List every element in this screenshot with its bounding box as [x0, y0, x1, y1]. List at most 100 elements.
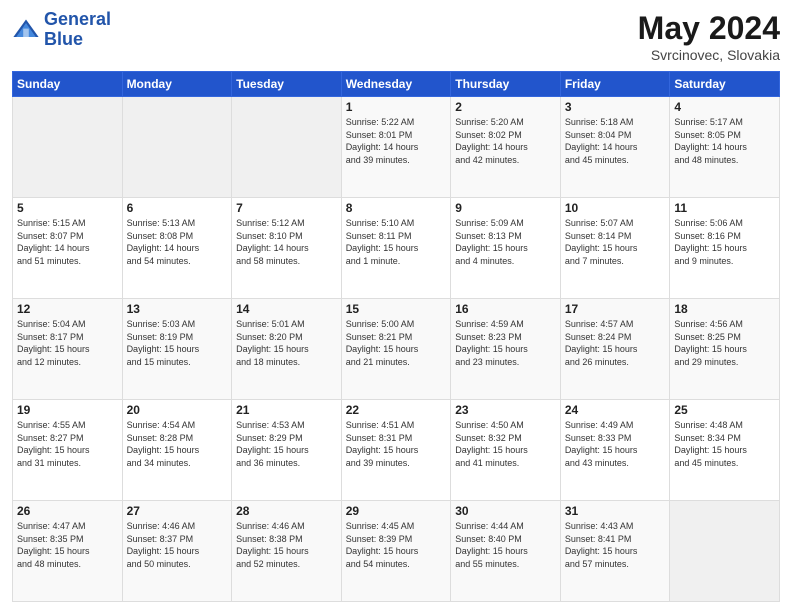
day-info-line: Sunrise: 4:48 AM — [674, 420, 743, 430]
day-info-line: Sunset: 8:34 PM — [674, 433, 741, 443]
day-number: 19 — [17, 403, 118, 417]
day-number: 25 — [674, 403, 775, 417]
day-number: 30 — [455, 504, 556, 518]
day-number: 1 — [346, 100, 447, 114]
day-info-line: Sunrise: 5:10 AM — [346, 218, 415, 228]
day-info-line: Sunset: 8:23 PM — [455, 332, 522, 342]
day-info-line: Sunrise: 4:44 AM — [455, 521, 524, 531]
logo-general: General — [44, 9, 111, 29]
day-info-line: Daylight: 14 hours — [17, 243, 90, 253]
day-info: Sunrise: 4:49 AMSunset: 8:33 PMDaylight:… — [565, 419, 666, 469]
day-info-line: Sunrise: 5:12 AM — [236, 218, 305, 228]
day-info-line: and 34 minutes. — [127, 458, 191, 468]
col-friday: Friday — [560, 72, 670, 97]
day-info-line: Sunset: 8:08 PM — [127, 231, 194, 241]
day-info-line: and 39 minutes. — [346, 155, 410, 165]
day-info-line: Daylight: 15 hours — [455, 243, 528, 253]
day-number: 29 — [346, 504, 447, 518]
day-info-line: Sunset: 8:39 PM — [346, 534, 413, 544]
day-info: Sunrise: 5:12 AMSunset: 8:10 PMDaylight:… — [236, 217, 337, 267]
table-cell: 20 Sunrise: 4:54 AMSunset: 8:28 PMDayligh… — [122, 400, 232, 501]
day-info: Sunrise: 5:04 AMSunset: 8:17 PMDaylight:… — [17, 318, 118, 368]
table-cell: 14 Sunrise: 5:01 AMSunset: 8:20 PMDayligh… — [232, 299, 342, 400]
day-number: 31 — [565, 504, 666, 518]
table-cell: 2Sunrise: 5:20 AMSunset: 8:02 PMDaylight… — [451, 97, 561, 198]
day-number: 14 — [236, 302, 337, 316]
table-cell: 27 Sunrise: 4:46 AMSunset: 8:37 PMDayligh… — [122, 501, 232, 602]
day-number: 23 — [455, 403, 556, 417]
calendar-table: Sunday Monday Tuesday Wednesday Thursday… — [12, 71, 780, 602]
day-number: 27 — [127, 504, 228, 518]
day-info-line: Sunset: 8:25 PM — [674, 332, 741, 342]
day-info-line: and 54 minutes. — [346, 559, 410, 569]
day-info: Sunrise: 5:00 AMSunset: 8:21 PMDaylight:… — [346, 318, 447, 368]
table-cell — [232, 97, 342, 198]
day-info-line: Daylight: 15 hours — [236, 344, 309, 354]
day-info: Sunrise: 5:17 AMSunset: 8:05 PMDaylight:… — [674, 116, 775, 166]
day-number: 16 — [455, 302, 556, 316]
day-info-line: Daylight: 15 hours — [346, 546, 419, 556]
day-info-line: and 48 minutes. — [674, 155, 738, 165]
day-info-line: Daylight: 15 hours — [674, 243, 747, 253]
logo-text: General Blue — [44, 10, 111, 50]
day-number: 15 — [346, 302, 447, 316]
calendar-week-4: 19Sunrise: 4:55 AMSunset: 8:27 PMDayligh… — [13, 400, 780, 501]
table-cell: 11 Sunrise: 5:06 AMSunset: 8:16 PMDayligh… — [670, 198, 780, 299]
table-cell: 18Sunrise: 4:56 AMSunset: 8:25 PMDayligh… — [670, 299, 780, 400]
day-number: 10 — [565, 201, 666, 215]
day-info-line: Sunrise: 4:46 AM — [127, 521, 196, 531]
day-info-line: and 45 minutes. — [674, 458, 738, 468]
day-info-line: Sunset: 8:11 PM — [346, 231, 412, 241]
day-info: Sunrise: 4:56 AMSunset: 8:25 PMDaylight:… — [674, 318, 775, 368]
day-info-line: Sunset: 8:14 PM — [565, 231, 632, 241]
day-number: 17 — [565, 302, 666, 316]
day-info-line: Sunset: 8:10 PM — [236, 231, 303, 241]
table-cell: 21Sunrise: 4:53 AMSunset: 8:29 PMDayligh… — [232, 400, 342, 501]
day-info: Sunrise: 4:54 AMSunset: 8:28 PMDaylight:… — [127, 419, 228, 469]
table-cell: 1 Sunrise: 5:22 AMSunset: 8:01 PMDaylight… — [341, 97, 451, 198]
table-cell: 15 Sunrise: 5:00 AMSunset: 8:21 PMDayligh… — [341, 299, 451, 400]
day-info-line: Daylight: 14 hours — [674, 142, 747, 152]
header: General Blue May 2024 Svrcinovec, Slovak… — [12, 10, 780, 63]
day-info-line: Sunset: 8:07 PM — [17, 231, 84, 241]
day-number: 20 — [127, 403, 228, 417]
day-info-line: and 39 minutes. — [346, 458, 410, 468]
day-info: Sunrise: 4:57 AMSunset: 8:24 PMDaylight:… — [565, 318, 666, 368]
day-info: Sunrise: 5:09 AMSunset: 8:13 PMDaylight:… — [455, 217, 556, 267]
day-info: Sunrise: 5:06 AMSunset: 8:16 PMDaylight:… — [674, 217, 775, 267]
day-info-line: and 18 minutes. — [236, 357, 300, 367]
table-cell: 25Sunrise: 4:48 AMSunset: 8:34 PMDayligh… — [670, 400, 780, 501]
day-info: Sunrise: 4:46 AMSunset: 8:37 PMDaylight:… — [127, 520, 228, 570]
day-info-line: and 54 minutes. — [127, 256, 191, 266]
day-info: Sunrise: 5:22 AMSunset: 8:01 PMDaylight:… — [346, 116, 447, 166]
table-cell: 6Sunrise: 5:13 AMSunset: 8:08 PMDaylight… — [122, 198, 232, 299]
day-info-line: Sunset: 8:33 PM — [565, 433, 632, 443]
day-number: 4 — [674, 100, 775, 114]
day-info-line: Daylight: 14 hours — [127, 243, 200, 253]
day-info-line: and 23 minutes. — [455, 357, 519, 367]
day-info-line: Sunset: 8:41 PM — [565, 534, 632, 544]
day-number: 11 — [674, 201, 775, 215]
day-info: Sunrise: 4:47 AMSunset: 8:35 PMDaylight:… — [17, 520, 118, 570]
day-info-line: Daylight: 15 hours — [455, 445, 528, 455]
day-info-line: Sunset: 8:20 PM — [236, 332, 303, 342]
logo: General Blue — [12, 10, 111, 50]
logo-icon — [12, 16, 40, 44]
day-info-line: Sunset: 8:28 PM — [127, 433, 194, 443]
table-cell: 16Sunrise: 4:59 AMSunset: 8:23 PMDayligh… — [451, 299, 561, 400]
table-cell: 4 Sunrise: 5:17 AMSunset: 8:05 PMDaylight… — [670, 97, 780, 198]
day-info-line: Sunrise: 4:57 AM — [565, 319, 634, 329]
day-info-line: and 4 minutes. — [455, 256, 514, 266]
day-info-line: Daylight: 14 hours — [565, 142, 638, 152]
day-info-line: Daylight: 15 hours — [346, 445, 419, 455]
day-number: 3 — [565, 100, 666, 114]
day-info: Sunrise: 5:01 AMSunset: 8:20 PMDaylight:… — [236, 318, 337, 368]
day-info-line: Daylight: 15 hours — [674, 344, 747, 354]
day-info-line: Daylight: 15 hours — [565, 243, 638, 253]
table-cell: 30Sunrise: 4:44 AMSunset: 8:40 PMDayligh… — [451, 501, 561, 602]
day-info-line: and 15 minutes. — [127, 357, 191, 367]
day-info-line: Sunrise: 5:17 AM — [674, 117, 743, 127]
day-number: 12 — [17, 302, 118, 316]
day-info-line: and 7 minutes. — [565, 256, 624, 266]
day-info-line: Sunset: 8:29 PM — [236, 433, 303, 443]
